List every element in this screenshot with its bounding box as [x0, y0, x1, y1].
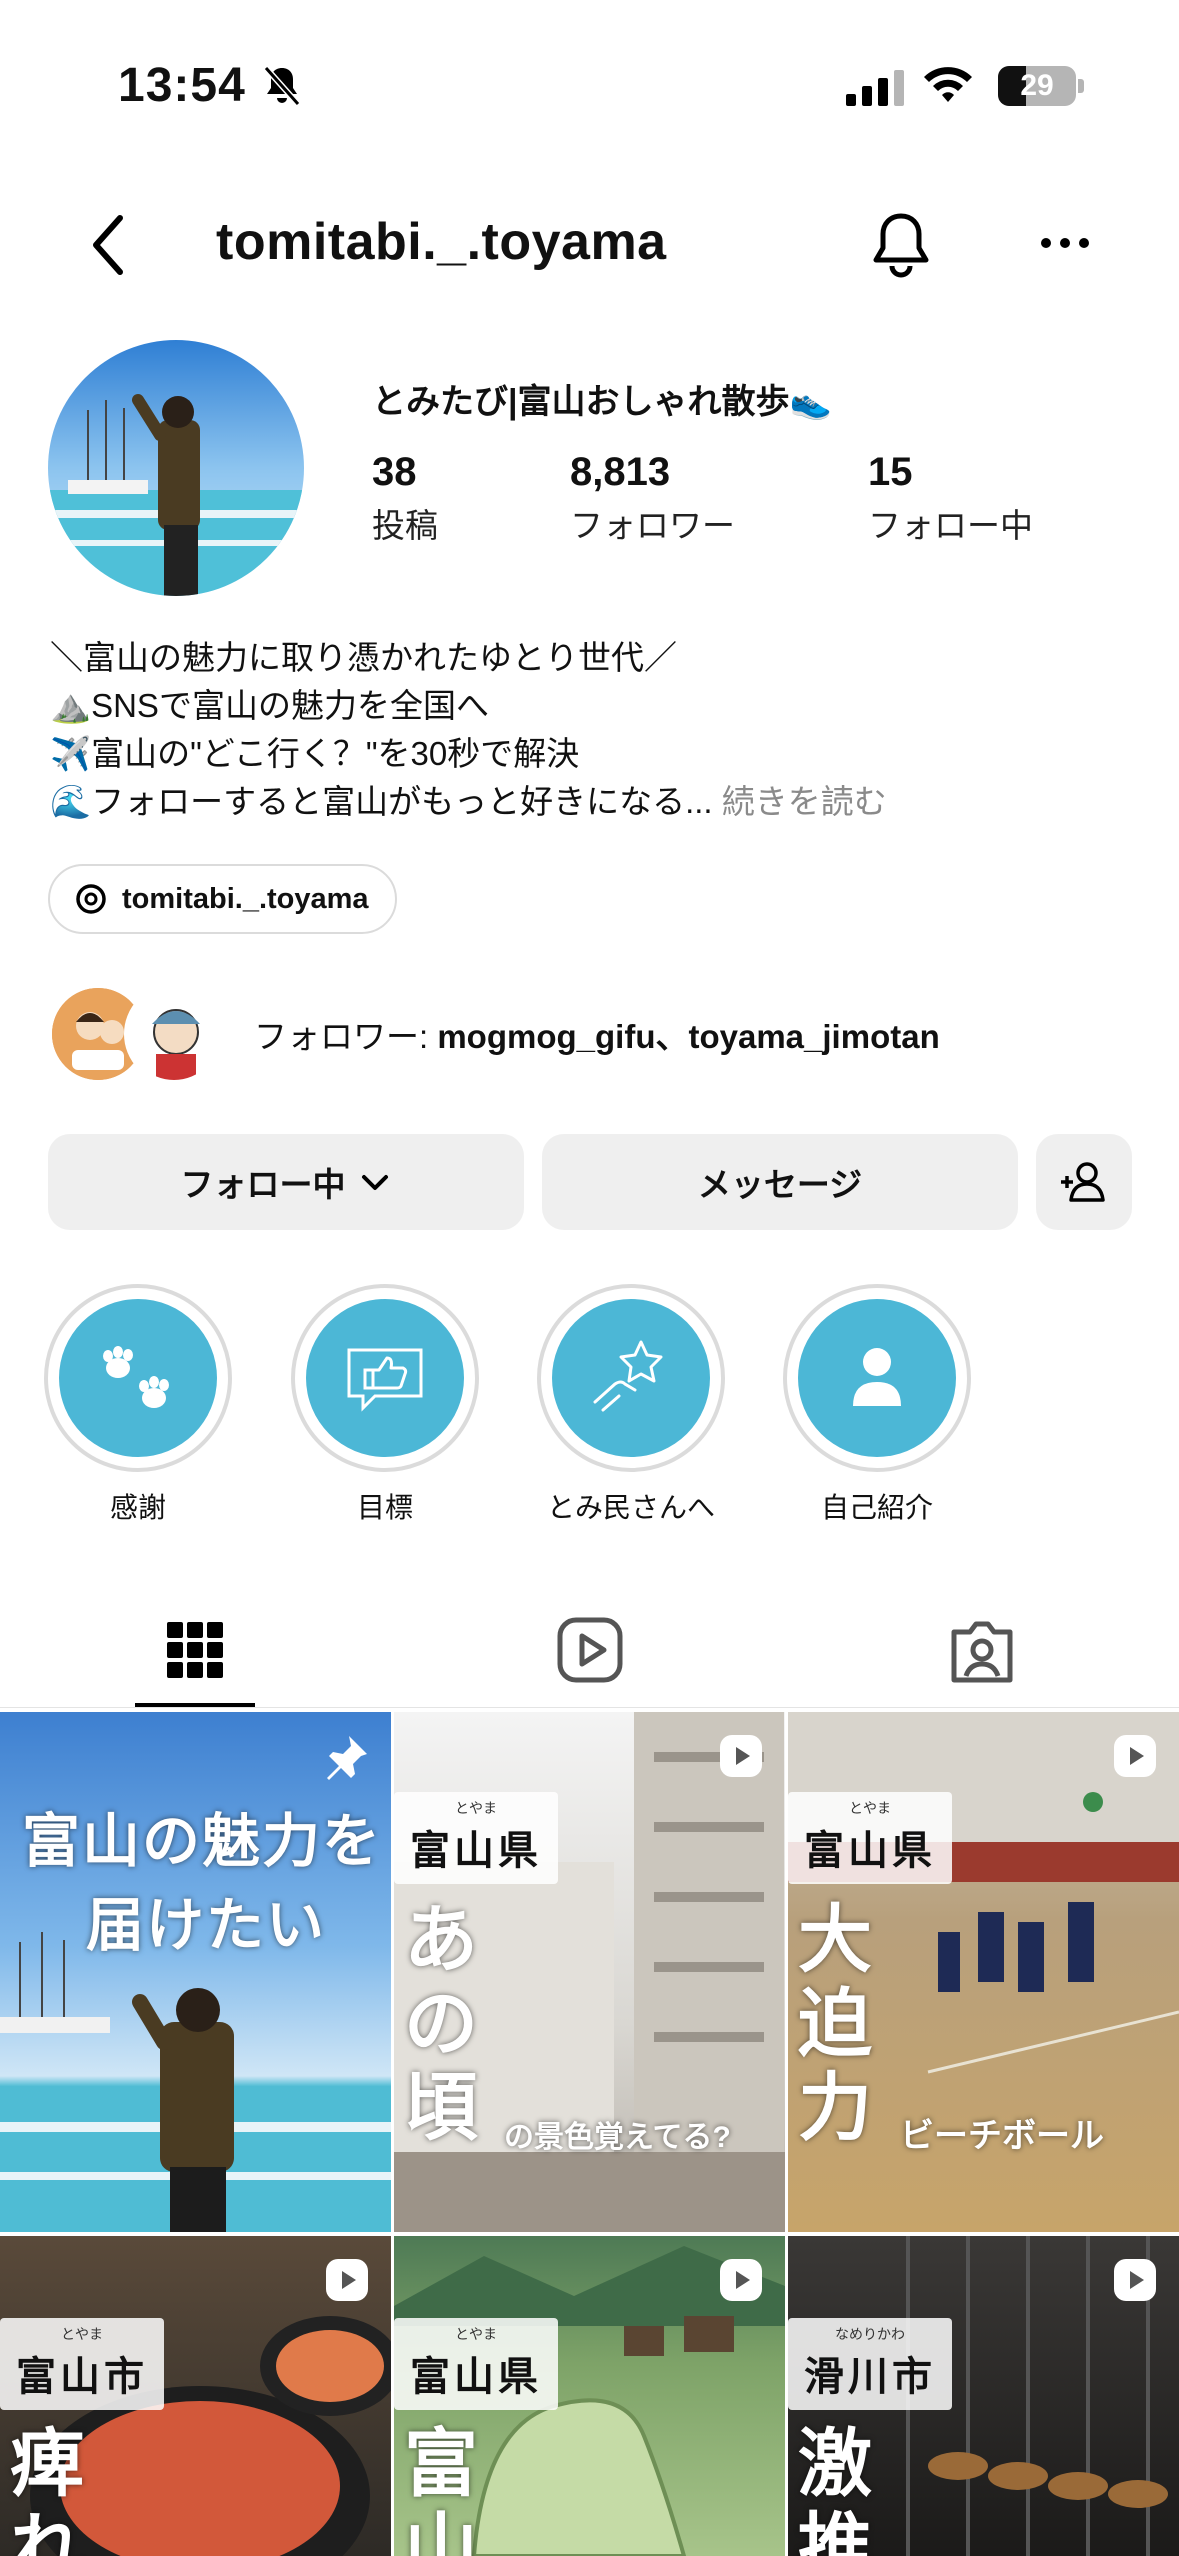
- highlight-label: 自己紹介: [820, 1492, 933, 1523]
- more-options-icon[interactable]: [1040, 236, 1090, 250]
- battery-level: 29: [1020, 69, 1054, 102]
- post-caption: ビーチボール: [900, 2117, 1104, 2155]
- back-button[interactable]: [80, 210, 140, 280]
- bio-line: ✈️富山の"どこ行く？"を30秒で解決: [50, 735, 580, 772]
- threads-link[interactable]: tomitabi._.toyama: [48, 864, 397, 934]
- reel-icon: [326, 2259, 368, 2301]
- followers-count-value: 8,813: [570, 450, 671, 494]
- post-tile[interactable]: なめりかわ 滑川市 激推: [788, 2236, 1179, 2556]
- reel-icon: [720, 2259, 762, 2301]
- mutual-followers-prefix: フォロワー:: [254, 1018, 438, 1055]
- mutual-followers[interactable]: フォロワー: mogmog_gifu、toyama_jimotan: [48, 984, 940, 1084]
- chevron-down-icon: [361, 1175, 388, 1190]
- highlight-goal[interactable]: 目標: [287, 1284, 483, 1526]
- battery-icon: 29: [998, 66, 1076, 106]
- followers-count[interactable]: 8,813 フォロワー: [570, 450, 735, 547]
- posts-count-label: 投稿: [372, 507, 438, 544]
- highlight-label: 感謝: [109, 1492, 166, 1523]
- suggest-users-button[interactable]: [1036, 1134, 1132, 1230]
- post-tile[interactable]: とやま 富山県 あの頃 の景色覚えてる?: [394, 1712, 785, 2232]
- following-count-value: 15: [868, 450, 913, 494]
- cellular-signal-icon: [846, 66, 904, 106]
- post-title: あの頃: [404, 1897, 478, 2151]
- wifi-icon: [924, 67, 972, 102]
- reel-icon: [1114, 1735, 1156, 1777]
- battery-tip: [1078, 79, 1084, 93]
- profile-avatar[interactable]: [48, 340, 304, 596]
- threads-handle: tomitabi._.toyama: [122, 882, 369, 915]
- message-button-label: メッセージ: [697, 1166, 863, 1203]
- location-ruby: とやま: [455, 1800, 497, 1816]
- bio-line: 🌊フォローすると富山がもっと好きになる...: [50, 783, 713, 820]
- highlight-to-fans[interactable]: とみ民さんへ: [533, 1284, 729, 1526]
- bio-line-last: 🌊フォローすると富山がもっと好きになる... 続きを読む: [50, 778, 887, 826]
- post-tile[interactable]: とやま 富山県 大迫力 ビーチボール: [788, 1712, 1179, 2232]
- highlight-thanks[interactable]: 感謝: [40, 1284, 236, 1526]
- display-name: とみたび|富山おしゃれ散歩👟: [372, 383, 832, 421]
- thumbs-up-icon: [347, 1348, 423, 1412]
- bio-more-link[interactable]: 続きを読む: [722, 783, 887, 820]
- location-badge: とやま 富山県: [394, 2318, 558, 2410]
- location-ruby: とやま: [455, 2326, 497, 2342]
- posts-count[interactable]: 38 投稿: [372, 450, 438, 547]
- location-name: 富山県: [410, 1829, 542, 1873]
- following-count-label: フォロー中: [868, 507, 1033, 544]
- location-name: 富山県: [410, 2355, 542, 2399]
- post-tile[interactable]: 富山の魅力を 届けたい: [0, 1712, 391, 2232]
- location-badge: なめりかわ 滑川市: [788, 2318, 952, 2410]
- location-ruby: とやま: [849, 1800, 891, 1816]
- reel-icon: [720, 1735, 762, 1777]
- grid-icon[interactable]: [155, 1610, 235, 1690]
- bell-off-icon: [263, 66, 301, 106]
- followers-count-label: フォロワー: [570, 507, 735, 544]
- mutual-followers-text: フォロワー: mogmog_gifu、toyama_jimotan: [254, 1010, 940, 1058]
- location-badge: とやま 富山県: [394, 1792, 558, 1884]
- profile-username: tomitabi._.toyama: [216, 213, 667, 271]
- status-time: 13:54: [118, 59, 246, 112]
- post-title: 激推: [798, 2421, 872, 2556]
- location-name: 滑川市: [804, 2355, 936, 2399]
- mutual-follower-avatar: [124, 984, 224, 1084]
- add-person-icon: [1061, 1162, 1105, 1202]
- post-tile[interactable]: とやま 富山市 痺れ: [0, 2236, 391, 2556]
- location-ruby: なめりかわ: [835, 2326, 905, 2342]
- post-caption: の景色覚えてる?: [504, 2121, 731, 2154]
- bio-line: ⛰️SNSで富山の魅力を全国へ: [50, 687, 489, 724]
- bio-line: ＼富山の魅力に取り憑かれたゆとり世代／: [50, 639, 677, 676]
- notification-bell-icon[interactable]: [868, 208, 934, 280]
- location-badge: とやま 富山市: [0, 2318, 164, 2410]
- paw-icon: [103, 1346, 169, 1408]
- threads-icon: [76, 884, 106, 914]
- tab-divider: [0, 1707, 1179, 1708]
- profile-bio: ＼富山の魅力に取り憑かれたゆとり世代／ ⛰️SNSで富山の魅力を全国へ ✈️富山…: [50, 634, 887, 826]
- highlight-label: 目標: [356, 1492, 413, 1523]
- message-button[interactable]: メッセージ: [542, 1134, 1018, 1230]
- highlight-label: とみ民さんへ: [546, 1492, 715, 1523]
- reel-icon: [1114, 2259, 1156, 2301]
- tagged-icon[interactable]: [942, 1610, 1022, 1690]
- star-hand-icon: [593, 1340, 663, 1412]
- highlight-self-intro[interactable]: 自己紹介: [779, 1284, 975, 1526]
- location-ruby: とやま: [61, 2326, 103, 2342]
- mutual-followers-names: mogmog_gifu、toyama_jimotan: [437, 1018, 940, 1055]
- location-name: 富山県: [804, 1829, 936, 1873]
- post-tile[interactable]: とやま 富山県 富山: [394, 2236, 785, 2556]
- following-button[interactable]: フォロー中: [48, 1134, 524, 1230]
- reels-icon[interactable]: [550, 1610, 630, 1690]
- location-badge: とやま 富山県: [788, 1792, 952, 1884]
- posts-count-value: 38: [372, 450, 417, 494]
- post-title: 富山: [404, 2421, 478, 2556]
- person-icon: [853, 1348, 901, 1406]
- post-title: 痺れ: [10, 2421, 84, 2556]
- post-title: 大迫力: [798, 1897, 872, 2151]
- following-count[interactable]: 15 フォロー中: [868, 450, 1033, 547]
- following-button-label: フォロー中: [180, 1166, 346, 1203]
- location-name: 富山市: [16, 2355, 148, 2399]
